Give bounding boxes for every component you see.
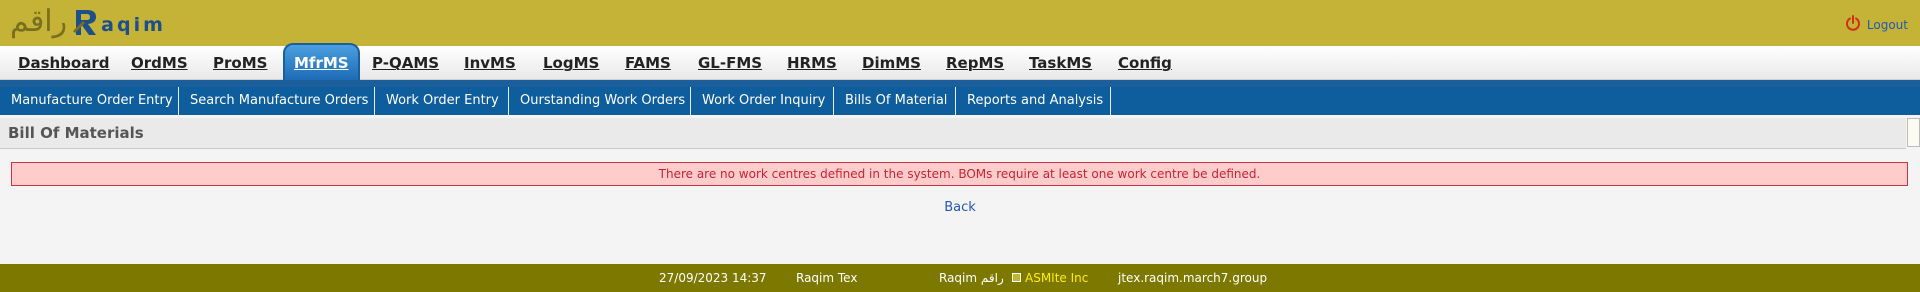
back-link-row: Back <box>0 200 1920 215</box>
logout-label: Logout <box>1866 18 1908 32</box>
footer-brand: Raqim راقم <box>939 271 1004 285</box>
tab-p-qams[interactable]: P-QAMS <box>372 46 439 80</box>
sub-nav: Manufacture Order Entry Search Manufactu… <box>0 87 1920 115</box>
title-divider <box>0 148 1906 149</box>
back-link[interactable]: Back <box>944 200 976 215</box>
tab-invms[interactable]: InvMS <box>464 46 516 80</box>
subnav-work-order-entry[interactable]: Work Order Entry <box>375 87 509 115</box>
footer-powered-by[interactable]: ASMIte Inc <box>1025 264 1088 292</box>
subnav-bills-of-material[interactable]: Bills Of Material <box>834 87 956 115</box>
power-icon <box>1845 15 1861 35</box>
footer-brand-icon <box>1012 273 1021 282</box>
logo-latin-text: aqim <box>101 14 166 36</box>
tab-proms[interactable]: ProMS <box>213 46 267 80</box>
tab-dashboard[interactable]: Dashboard <box>18 46 109 80</box>
logout-button[interactable]: Logout <box>1845 15 1908 35</box>
page-title: Bill Of Materials <box>8 124 144 142</box>
tab-hrms[interactable]: HRMS <box>787 46 837 80</box>
footer-datetime: 27/09/2023 14:37 <box>659 271 767 285</box>
subnav-outstanding-work-orders[interactable]: Ourstanding Work Orders <box>509 87 691 115</box>
tab-repms[interactable]: RepMS <box>946 46 1004 80</box>
tab-ordms[interactable]: OrdMS <box>131 46 188 80</box>
subnav-manufacture-order-entry[interactable]: Manufacture Order Entry <box>0 87 179 115</box>
footer-host: jtex.raqim.march7.group <box>1118 271 1268 285</box>
app-footer: 27/09/2023 14:37 Raqim Tex Raqim راقم AS… <box>0 264 1920 292</box>
main-nav: Dashboard OrdMS ProMS MfrMS P-QAMS InvMS… <box>0 43 1920 80</box>
logo-r-icon <box>73 7 99 37</box>
subnav-reports-and-analysis[interactable]: Reports and Analysis <box>956 87 1111 115</box>
page-title-bar: Bill Of Materials <box>0 118 1906 148</box>
app-header: راقم aqim Logout <box>0 0 1920 46</box>
subnav-work-order-inquiry[interactable]: Work Order Inquiry <box>691 87 834 115</box>
nav-divider-strip <box>0 80 1920 87</box>
subnav-search-manufacture-orders[interactable]: Search Manufacture Orders <box>179 87 375 115</box>
tab-logms[interactable]: LogMS <box>543 46 599 80</box>
logo-arabic-text: راقم <box>10 4 68 39</box>
error-message: There are no work centres defined in the… <box>11 162 1908 186</box>
tab-dimms[interactable]: DimMS <box>862 46 921 80</box>
tab-mfrms[interactable]: MfrMS <box>283 43 360 80</box>
footer-company: Raqim Tex <box>796 271 858 285</box>
tab-fams[interactable]: FAMS <box>625 46 671 80</box>
tab-config[interactable]: Config <box>1118 46 1172 80</box>
tab-gl-fms[interactable]: GL-FMS <box>698 46 762 80</box>
side-panel-handle[interactable] <box>1907 118 1920 147</box>
app-logo[interactable]: راقم aqim <box>10 2 166 42</box>
tab-taskms[interactable]: TaskMS <box>1029 46 1092 80</box>
